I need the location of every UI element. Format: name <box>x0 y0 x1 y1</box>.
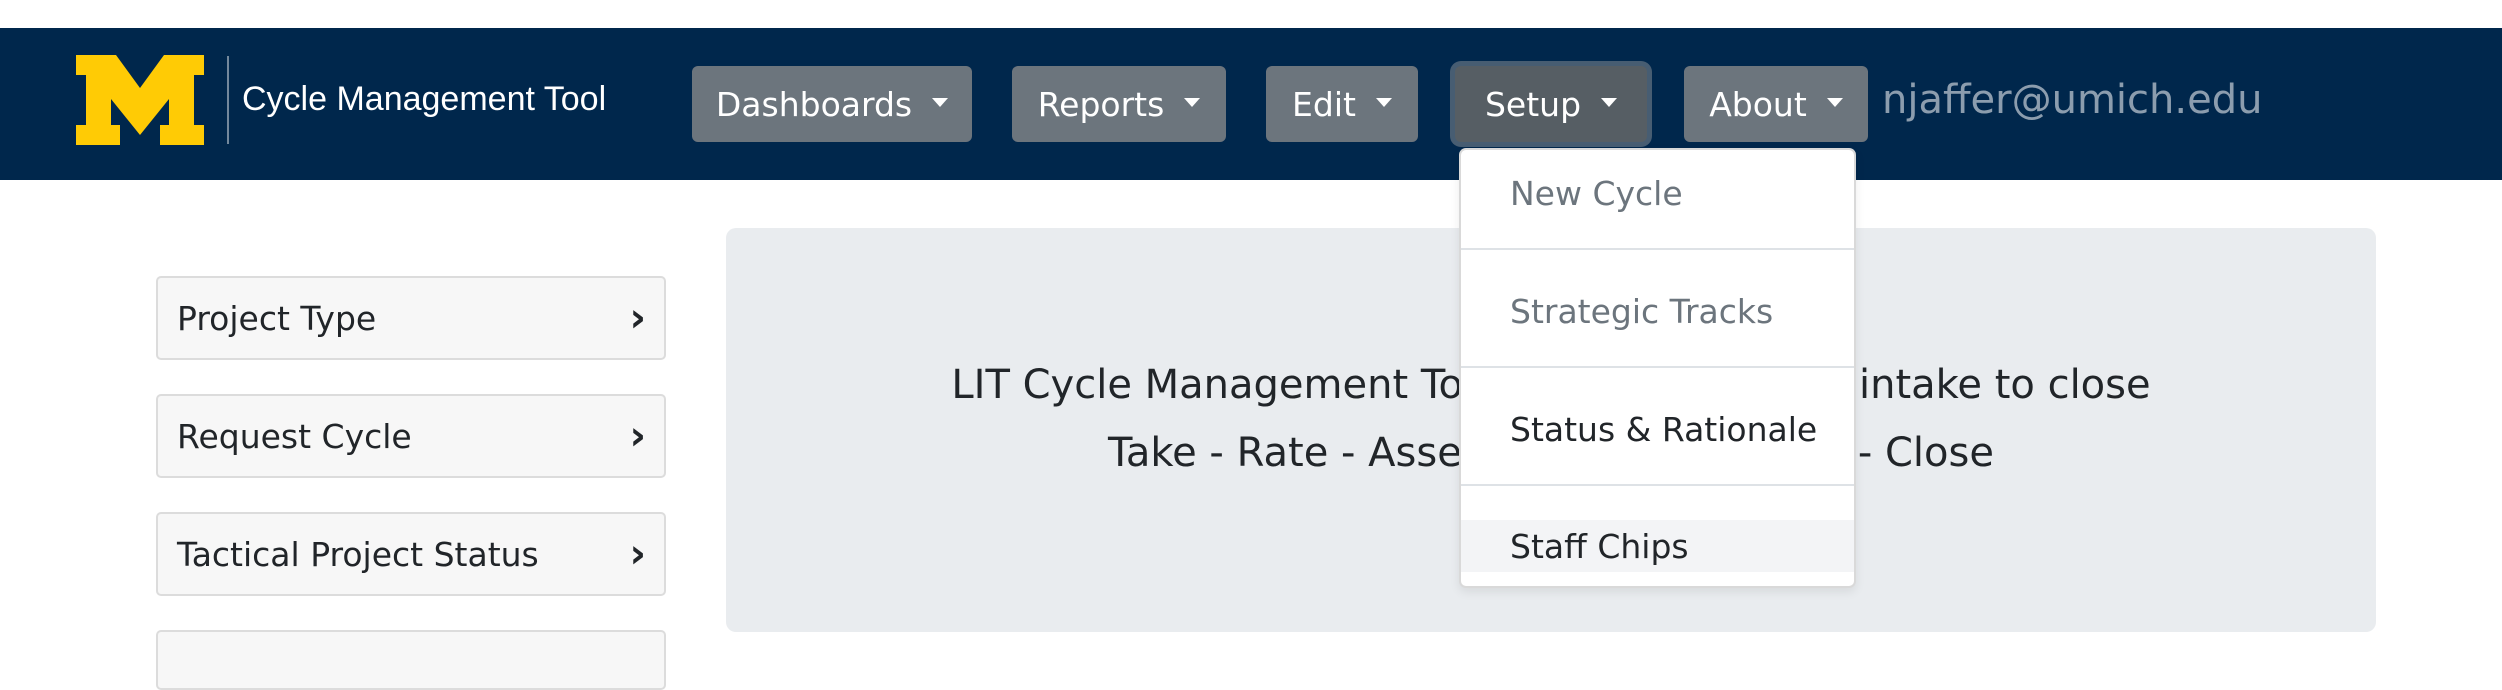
caret-down-icon <box>1826 97 1843 107</box>
dashboards-menu-label: Dashboards <box>715 84 913 124</box>
caret-down-icon <box>1184 97 1201 107</box>
edit-menu-label: Edit <box>1292 84 1356 124</box>
edit-menu-button[interactable]: Edit <box>1266 66 1418 142</box>
brand-title[interactable]: Cycle Management Tool <box>242 82 606 116</box>
dashboards-menu-button[interactable]: Dashboards <box>692 66 972 142</box>
reports-menu-button[interactable]: Reports <box>1012 66 1226 142</box>
about-menu-label: About <box>1709 84 1807 124</box>
sidebar-item-label: Request Cycle <box>177 416 412 456</box>
brand-divider <box>227 56 229 144</box>
caret-down-icon <box>932 97 949 107</box>
setup-menu-label: Setup <box>1484 84 1582 124</box>
university-logo-icon[interactable] <box>76 55 204 145</box>
sidebar-item-project-type[interactable]: Project Type › <box>156 276 666 360</box>
menu-item-staff-chips[interactable]: Staff Chips <box>1461 520 1854 572</box>
sidebar-item-partial[interactable] <box>156 630 666 690</box>
user-email: njaffer@umich.edu <box>1882 77 2263 123</box>
sidebar-item-label: Tactical Project Status <box>177 534 539 574</box>
intro-line-1-left: LIT Cycle Management To <box>951 362 1463 408</box>
sidebar-item-tactical-project-status[interactable]: Tactical Project Status › <box>156 512 666 596</box>
about-menu-button[interactable]: About <box>1684 66 1868 142</box>
intro-line-2-right: - Close <box>1857 430 1994 476</box>
menu-item-status-rationale[interactable]: Status & Rationale <box>1461 398 1854 460</box>
menu-item-new-cycle[interactable]: New Cycle <box>1461 162 1854 224</box>
chevron-right-icon: › <box>629 295 646 341</box>
setup-menu-button[interactable]: Setup <box>1455 66 1647 142</box>
sidebar-item-request-cycle[interactable]: Request Cycle › <box>156 394 666 478</box>
menu-item-strategic-tracks[interactable]: Strategic Tracks <box>1461 280 1854 342</box>
caret-down-icon <box>1375 97 1392 107</box>
reports-menu-label: Reports <box>1037 84 1165 124</box>
menu-divider <box>1461 248 1854 250</box>
setup-dropdown-menu: New Cycle Strategic Tracks Status & Rati… <box>1459 148 1856 588</box>
chevron-right-icon: › <box>629 413 646 459</box>
caret-down-icon <box>1601 97 1618 107</box>
top-navbar: Cycle Management Tool Dashboards Reports… <box>0 28 2502 180</box>
intro-line-1-right: intake to close <box>1858 362 2151 408</box>
intro-line-2-left: Take - Rate - Asse <box>1108 430 1462 476</box>
chevron-right-icon: › <box>629 531 646 577</box>
sidebar-item-label: Project Type <box>177 298 377 338</box>
menu-divider <box>1461 366 1854 368</box>
menu-divider <box>1461 484 1854 486</box>
